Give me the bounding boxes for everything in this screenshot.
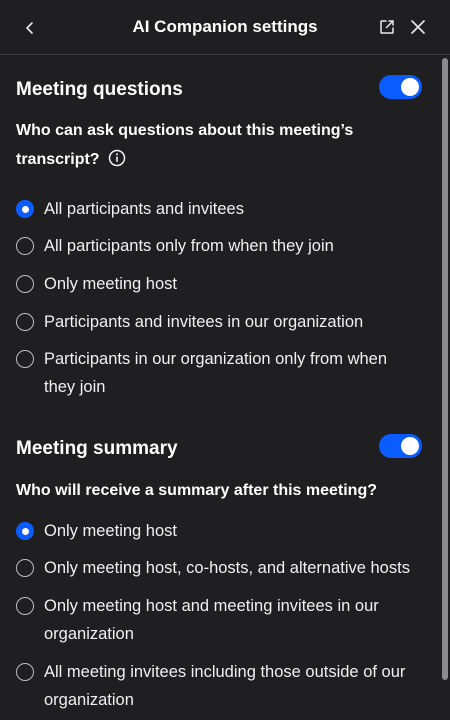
radio-button[interactable] (16, 663, 34, 681)
radio-button-selected[interactable] (16, 522, 34, 540)
section-title-meeting-summary: Meeting summary (16, 438, 178, 459)
radio-button[interactable] (16, 597, 34, 615)
section-title-meeting-questions: Meeting questions (16, 79, 183, 100)
question-text: Who will receive a summary after this me… (16, 482, 377, 499)
meeting-summary-prompt: Who will receive a summary after this me… (16, 476, 416, 505)
option-label: Only meeting host, co-hosts, and alterna… (44, 559, 410, 577)
option-label: All meeting invitees including those out… (44, 663, 406, 709)
meeting-questions-prompt: Who can ask questions about this meeting… (16, 116, 416, 174)
header-bar: AI Companion settings (0, 0, 450, 55)
close-icon (411, 20, 425, 34)
option-label: Only meeting host (44, 275, 177, 293)
toggle-knob (401, 78, 419, 96)
radio-button[interactable] (16, 237, 34, 255)
info-icon[interactable] (108, 149, 126, 167)
open-external-icon (380, 20, 394, 34)
settings-content: Meeting questions Who can ask questions … (0, 55, 440, 720)
radio-button[interactable] (16, 350, 34, 368)
scrollbar-thumb[interactable] (442, 58, 448, 680)
option-label: All participants only from when they joi… (44, 237, 334, 255)
radio-button[interactable] (16, 559, 34, 577)
popout-button[interactable] (376, 16, 398, 38)
radio-button[interactable] (16, 275, 34, 293)
option-label: All participants and invitees (44, 200, 244, 218)
question-text: Who can ask questions about this meeting… (16, 122, 354, 168)
toggle-knob (401, 437, 419, 455)
option-label: Participants and invitees in our organiz… (44, 313, 364, 331)
radio-button[interactable] (16, 313, 34, 331)
radio-button-selected[interactable] (16, 200, 34, 218)
back-button[interactable] (18, 16, 42, 40)
chevron-left-icon (26, 22, 33, 34)
option-label: Only meeting host (44, 522, 177, 540)
meeting-questions-toggle[interactable] (379, 75, 422, 99)
option-label: Only meeting host and meeting invitees i… (44, 597, 379, 643)
option-label: Participants in our organization only fr… (44, 350, 388, 396)
close-button[interactable] (407, 16, 429, 38)
meeting-summary-toggle[interactable] (379, 434, 422, 458)
